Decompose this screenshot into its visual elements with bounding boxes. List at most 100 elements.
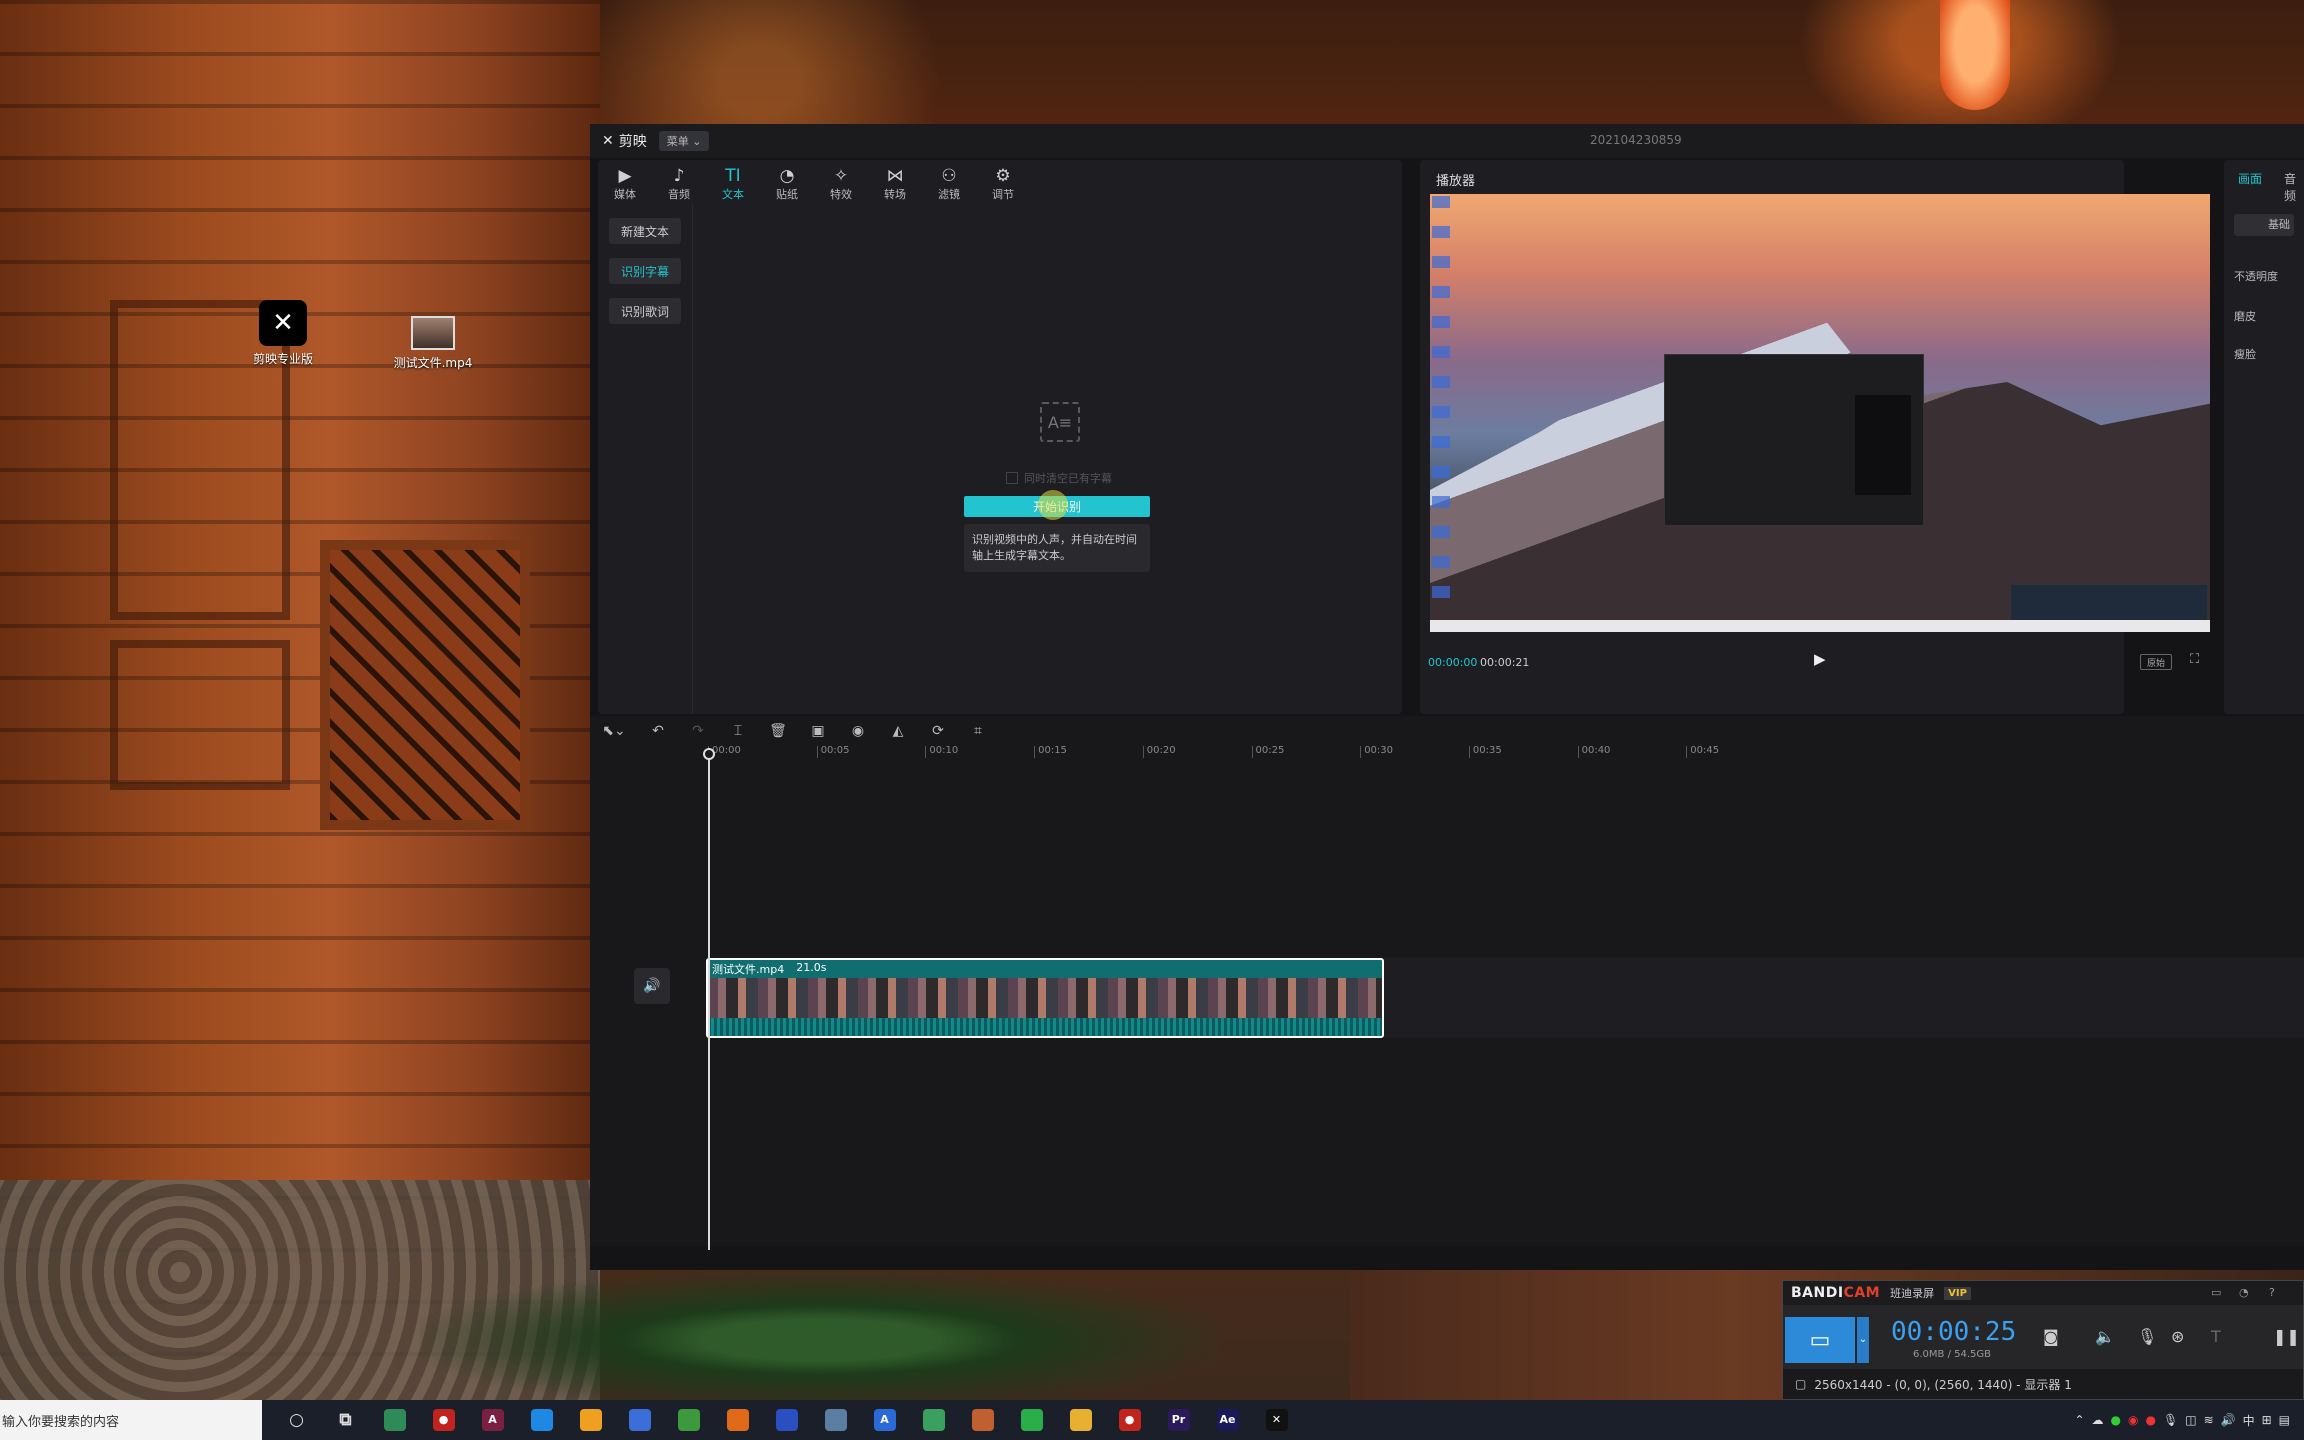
tool-adjust[interactable]: ⚙ 调节 <box>976 160 1030 204</box>
taskbar-apps: ○ ⧉ ● A A ● Pr Ae ✕ <box>272 1400 1301 1440</box>
menu-label: 菜单 <box>666 135 689 148</box>
screen-mode-icon[interactable]: ▭ <box>1785 1317 1855 1363</box>
taskbar-app[interactable] <box>664 1400 713 1440</box>
tool-media[interactable]: ▶ 媒体 <box>598 160 652 204</box>
taskbar-app[interactable] <box>1056 1400 1105 1440</box>
taskbar-app[interactable]: A <box>860 1400 909 1440</box>
taskbar-app[interactable]: A <box>468 1400 517 1440</box>
folder-icon[interactable]: ▭ <box>2211 1286 2221 1299</box>
taskbar-app[interactable] <box>713 1400 762 1440</box>
desktop-icon-label: 测试文件.mp4 <box>393 356 473 370</box>
effects-icon: ✧ <box>833 166 849 186</box>
cursor-effect-icon[interactable]: ⊛ <box>2171 1327 2184 1346</box>
taskbar-app[interactable]: Ae <box>1203 1400 1252 1440</box>
tab-audio[interactable]: 音频 <box>2284 170 2304 204</box>
taskbar-search[interactable]: 输入你要搜索的内容 <box>0 1400 262 1440</box>
taskbar-app[interactable] <box>370 1400 419 1440</box>
tool-filter[interactable]: ⚇ 滤镜 <box>922 160 976 204</box>
preview-app-window <box>1664 354 1924 526</box>
fullscreen-icon[interactable]: ⛶ <box>2190 652 2199 667</box>
taskbar-app[interactable] <box>615 1400 664 1440</box>
clear-subtitle-checkbox[interactable]: 同时清空已有字幕 <box>1006 470 1112 486</box>
taskbar-app[interactable] <box>909 1400 958 1440</box>
freeze-icon[interactable]: ▣ <box>798 723 838 739</box>
tray-network-icon[interactable]: ◫ <box>2185 1413 2196 1427</box>
taskbar-app[interactable]: ● <box>419 1400 468 1440</box>
tray-wechat-icon[interactable]: ● <box>2111 1413 2121 1427</box>
microphone-icon[interactable]: 🎙 <box>2137 1327 2157 1346</box>
taskbar-app[interactable]: ○ <box>272 1400 321 1440</box>
taskbar: 输入你要搜索的内容 ○ ⧉ ● A A ● Pr Ae ✕ ⌃ ☁ ● ◉ ● 🎙 ◫ ≋ 🔊 … <box>0 1400 2304 1440</box>
ruler-tick: 00:15 <box>1034 746 1067 758</box>
new-text-button[interactable]: 新建文本 <box>609 218 681 244</box>
tool-label: 音频 <box>668 188 690 201</box>
recognize-tooltip: 识别视频中的人声，并自动在时间轴上生成字幕文本。 <box>964 524 1150 572</box>
speaker-icon[interactable]: 🔈 <box>2095 1327 2115 1346</box>
tray-app-icon[interactable]: ● <box>2146 1413 2156 1427</box>
tab-picture[interactable]: 画面 <box>2238 170 2262 187</box>
tray-record-icon[interactable]: ◉ <box>2128 1413 2138 1427</box>
timeline-toolbar: ⬉⌄ ↶ ↷ ⌶ 🗑 ▣ ◉ ◭ ⟳ ⌗ <box>590 716 2304 746</box>
playhead-handle[interactable] <box>703 748 715 760</box>
desktop-icon-label: 剪映专业版 <box>252 352 313 366</box>
taskbar-app[interactable]: Pr <box>1154 1400 1203 1440</box>
time-ruler[interactable]: 00:00 00:05 00:10 00:15 00:20 00:25 00:30 00:35… <box>708 746 2304 764</box>
tool-text[interactable]: TI 文本 <box>706 160 760 204</box>
reverse-icon[interactable]: ◉ <box>838 723 878 739</box>
mirror-icon[interactable]: ◭ <box>878 723 918 739</box>
menu-button[interactable]: 菜单 ⌄ <box>658 131 710 151</box>
track-mute-icon[interactable]: 🔊 <box>634 968 670 1004</box>
bandicam-titlebar: BANDICAM 班迪录屏 VIP ▭ ◔ ? <box>1783 1281 2303 1305</box>
ratio-button[interactable]: 原始 <box>2140 654 2172 670</box>
crop-icon[interactable]: ⌗ <box>958 723 998 739</box>
tool-transition[interactable]: ⋈ 转场 <box>868 160 922 204</box>
recognize-subtitle-button[interactable]: 识别字幕 <box>609 258 681 284</box>
settings-icon[interactable]: ◔ <box>2239 1286 2249 1299</box>
desktop-icon-video[interactable]: 测试文件.mp4 <box>388 316 478 371</box>
tool-audio[interactable]: ♪ 音频 <box>652 160 706 204</box>
undo-icon[interactable]: ↶ <box>638 723 678 739</box>
delete-icon[interactable]: 🗑 <box>758 723 798 739</box>
recognize-lyrics-button[interactable]: 识别歌词 <box>609 298 681 324</box>
tray-cloud-icon[interactable]: ☁ <box>2092 1413 2104 1427</box>
webcam-icon[interactable]: ◙ <box>2043 1327 2059 1346</box>
tray-volume-icon[interactable]: 🔊 <box>2221 1413 2236 1427</box>
taskbar-app[interactable] <box>517 1400 566 1440</box>
tray-mic-icon[interactable]: 🎙 <box>2163 1413 2178 1427</box>
search-placeholder: 输入你要搜索的内容 <box>2 1414 120 1430</box>
taskbar-app[interactable]: ✕ <box>1252 1400 1301 1440</box>
video-clip[interactable]: 测试文件.mp4 21.0s <box>706 958 1384 1038</box>
app-green-icon <box>383 1409 406 1431</box>
preview-frame <box>1430 194 2210 632</box>
split-icon[interactable]: ⌶ <box>718 723 758 739</box>
tray-expand-icon[interactable]: ⌃ <box>2074 1413 2084 1427</box>
tray-wifi-icon[interactable]: ≋ <box>2204 1413 2214 1427</box>
pause-icon[interactable]: ❚❚ <box>2273 1327 2300 1346</box>
vip-badge: VIP <box>1944 1286 1971 1300</box>
tray-notify-icon[interactable]: ▤ <box>2279 1413 2290 1427</box>
mode-dropdown-icon[interactable]: ⌄ <box>1857 1317 1869 1363</box>
taskbar-app[interactable] <box>566 1400 615 1440</box>
app-paint-icon <box>971 1409 994 1431</box>
premiere-icon: Pr <box>1167 1409 1190 1431</box>
taskbar-app[interactable] <box>1007 1400 1056 1440</box>
tool-effects[interactable]: ✧ 特效 <box>814 160 868 204</box>
rotate-icon[interactable]: ⟳ <box>918 723 958 739</box>
desktop-icon-capcut[interactable]: ✕ 剪映专业版 <box>238 300 328 367</box>
taskbar-app[interactable] <box>811 1400 860 1440</box>
checkbox-box[interactable] <box>1006 472 1018 484</box>
tray-grid-icon[interactable]: ⊞ <box>2262 1413 2272 1427</box>
ime-indicator[interactable]: 中 <box>2243 1412 2255 1429</box>
taskbar-app[interactable] <box>762 1400 811 1440</box>
tool-sticker[interactable]: ◔ 贴纸 <box>760 160 814 204</box>
select-tool-icon[interactable]: ⬉⌄ <box>590 723 638 739</box>
taskbar-app[interactable]: ⧉ <box>321 1400 370 1440</box>
text-overlay-icon[interactable]: T <box>2211 1327 2221 1346</box>
basic-tab[interactable]: 基础 <box>2234 214 2294 236</box>
help-icon[interactable]: ? <box>2269 1286 2275 1299</box>
taskbar-app[interactable]: ● <box>1105 1400 1154 1440</box>
capcut-window: ✕ 剪映 菜单 ⌄ 202104230859 ▶ 媒体 ♪ 音频 TI 文本 ◔ 贴纸 ✧ 特效 ⋈… <box>590 124 2304 1270</box>
redo-icon[interactable]: ↷ <box>678 723 718 739</box>
taskbar-app[interactable] <box>958 1400 1007 1440</box>
playhead[interactable] <box>708 748 710 1250</box>
